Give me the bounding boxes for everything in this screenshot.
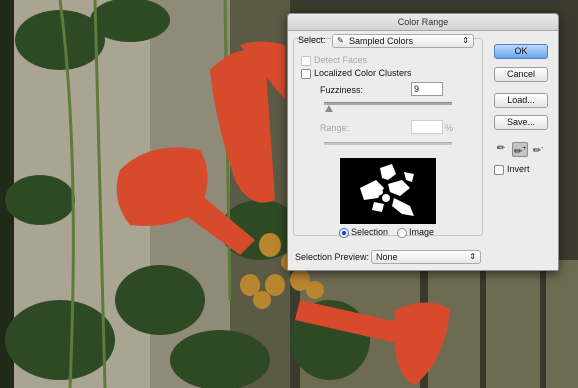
radio-selection-label: Selection (351, 227, 389, 237)
fuzziness-label: Fuzziness: (320, 85, 364, 95)
radio-image[interactable] (397, 228, 407, 238)
detect-faces-checkbox[interactable] (301, 56, 311, 66)
invert-checkbox[interactable] (494, 165, 504, 175)
radio-selection[interactable] (339, 228, 349, 238)
eyedropper-icon: ✎ (337, 36, 344, 45)
chevron-updown-icon: ⇕ (462, 36, 469, 45)
localized-clusters-label: Localized Color Clusters (314, 68, 412, 78)
selection-preview-label: Selection Preview: (295, 252, 370, 262)
dialog-title[interactable]: Color Range (288, 14, 558, 31)
cancel-button[interactable]: Cancel (494, 67, 548, 82)
save-button[interactable]: Save... (494, 115, 548, 130)
range-input[interactable] (411, 120, 443, 134)
eyedropper-icon[interactable]: ✏ (494, 142, 508, 155)
select-value: Sampled Colors (349, 36, 414, 46)
fuzziness-slider-track[interactable] (324, 102, 452, 105)
invert-label: Invert (507, 164, 530, 174)
select-label: Select: (298, 35, 326, 45)
range-label: Range: (320, 123, 350, 133)
detect-faces-label: Detect Faces (314, 55, 368, 65)
load-button[interactable]: Load... (494, 93, 548, 108)
fuzziness-slider-thumb[interactable] (325, 105, 334, 112)
radio-image-label: Image (409, 227, 435, 237)
range-slider-track[interactable] (324, 142, 452, 145)
fuzziness-input[interactable]: 9 (411, 82, 443, 96)
selection-preview-image (340, 158, 436, 224)
select-dropdown[interactable]: ✎ Sampled Colors ⇕ (332, 34, 474, 48)
selection-preview-value: None (376, 252, 398, 262)
ok-button[interactable]: OK (494, 44, 548, 59)
eyedropper-plus-icon[interactable]: ✏+ (512, 142, 528, 157)
selection-preview-dropdown[interactable]: None ⇕ (371, 250, 481, 264)
range-unit: % (445, 123, 454, 133)
localized-clusters-checkbox[interactable] (301, 69, 311, 79)
chevron-updown-icon: ⇕ (469, 252, 476, 261)
color-range-dialog: Color Range Select: ✎ Sampled Colors ⇕ D… (287, 13, 559, 271)
eyedropper-minus-icon[interactable]: ✏- (531, 142, 545, 156)
